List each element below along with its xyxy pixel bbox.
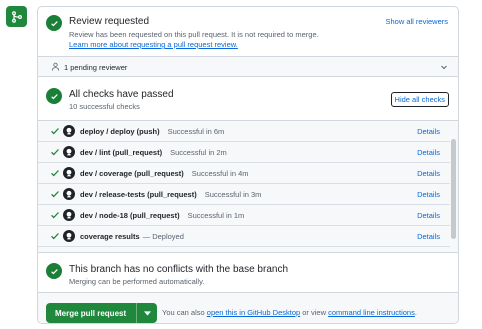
check-icon bbox=[51, 233, 59, 240]
merge-hint-prefix: You can also bbox=[162, 308, 205, 317]
success-check-icon bbox=[46, 15, 62, 31]
success-check-icon bbox=[46, 263, 62, 279]
conflicts-subtitle: Merging can be performed automatically. bbox=[69, 277, 205, 286]
check-icon bbox=[51, 191, 59, 198]
merge-hint-middle: or view bbox=[302, 308, 327, 317]
check-details-link[interactable]: Details bbox=[417, 211, 440, 220]
github-app-icon bbox=[63, 230, 75, 242]
check-details-link[interactable]: Details bbox=[417, 127, 440, 136]
check-details-link[interactable]: Details bbox=[417, 190, 440, 199]
review-section: Review requested Review has been request… bbox=[38, 7, 458, 56]
check-status: Successful in 3m bbox=[204, 190, 262, 199]
check-name: deploy / deploy (push) bbox=[80, 127, 160, 136]
check-row: dev / lint (pull_request) Successful in 2… bbox=[38, 142, 450, 163]
caret-down-icon bbox=[143, 310, 151, 316]
pending-reviewers-row[interactable]: 1 pending reviewer bbox=[38, 56, 458, 77]
github-app-icon bbox=[63, 146, 75, 158]
learn-more-link[interactable]: Learn more about requesting a pull reque… bbox=[69, 40, 238, 49]
check-icon bbox=[51, 149, 59, 156]
person-icon bbox=[51, 62, 60, 71]
github-app-icon bbox=[63, 188, 75, 200]
check-row: dev / node-18 (pull_request) Successful i… bbox=[38, 205, 450, 226]
checks-title: All checks have passed bbox=[69, 89, 174, 100]
check-status: — Deployed bbox=[142, 232, 184, 241]
github-app-icon bbox=[63, 167, 75, 179]
checks-summary: All checks have passed 10 successful che… bbox=[38, 77, 458, 121]
check-name: dev / node-18 (pull_request) bbox=[80, 211, 180, 220]
check-row: dev / coverage (pull_request) Successful … bbox=[38, 163, 450, 184]
github-app-icon bbox=[63, 209, 75, 221]
pending-reviewer-label: 1 pending reviewer bbox=[64, 63, 128, 72]
merge-hint: You can also open this in GitHub Desktop… bbox=[162, 308, 417, 317]
check-name: dev / release-tests (pull_request) bbox=[80, 190, 197, 199]
check-row: deploy / deploy (push) Successful in 6m D… bbox=[38, 121, 450, 142]
hide-all-checks-button[interactable]: Hide all checks bbox=[390, 92, 449, 107]
check-details-link[interactable]: Details bbox=[417, 148, 440, 157]
show-all-reviewers-link[interactable]: Show all reviewers bbox=[385, 17, 448, 26]
merge-button-label: Merge pull request bbox=[55, 308, 127, 318]
check-row: dev / release-tests (pull_request) Succes… bbox=[38, 184, 450, 205]
github-app-icon bbox=[63, 125, 75, 137]
merge-box: Review requested Review has been request… bbox=[37, 6, 459, 324]
review-title: Review requested bbox=[69, 16, 150, 27]
check-name: dev / lint (pull_request) bbox=[80, 148, 163, 157]
check-status: Successful in 4m bbox=[191, 169, 249, 178]
merge-options-dropdown[interactable] bbox=[136, 303, 157, 323]
check-status: Successful in 2m bbox=[170, 148, 227, 157]
check-icon bbox=[51, 128, 59, 135]
merge-bar: Merge pull request You can also open thi… bbox=[38, 292, 458, 323]
check-icon bbox=[51, 170, 59, 177]
review-description: Review has been requested on this pull r… bbox=[69, 30, 319, 39]
check-icon bbox=[51, 212, 59, 219]
chevron-down-icon[interactable] bbox=[440, 63, 448, 71]
check-details-link[interactable]: Details bbox=[417, 169, 440, 178]
conflicts-title: This branch has no conflicts with the ba… bbox=[69, 264, 289, 275]
check-row: coverage results — Deployed Details bbox=[38, 226, 450, 247]
checks-list: deploy / deploy (push) Successful in 6m D… bbox=[38, 121, 458, 253]
check-status: Successful in 6m bbox=[167, 127, 225, 136]
check-status: Successful in 1m bbox=[187, 211, 245, 220]
success-check-icon bbox=[46, 88, 62, 104]
check-name: dev / coverage (pull_request) bbox=[80, 169, 184, 178]
checks-subtitle: 10 successful checks bbox=[69, 102, 140, 111]
check-details-link[interactable]: Details bbox=[417, 232, 440, 241]
conflicts-section: This branch has no conflicts with the ba… bbox=[38, 253, 458, 292]
command-line-instructions-link[interactable]: command line instructions bbox=[328, 308, 415, 317]
check-name: coverage results bbox=[80, 232, 140, 241]
merge-pull-request-button[interactable]: Merge pull request bbox=[46, 303, 157, 323]
checks-scrollbar[interactable] bbox=[451, 139, 456, 239]
merge-hint-suffix: . bbox=[414, 308, 417, 317]
git-merge-icon bbox=[6, 6, 27, 27]
open-github-desktop-link[interactable]: open this in GitHub Desktop bbox=[207, 308, 300, 317]
